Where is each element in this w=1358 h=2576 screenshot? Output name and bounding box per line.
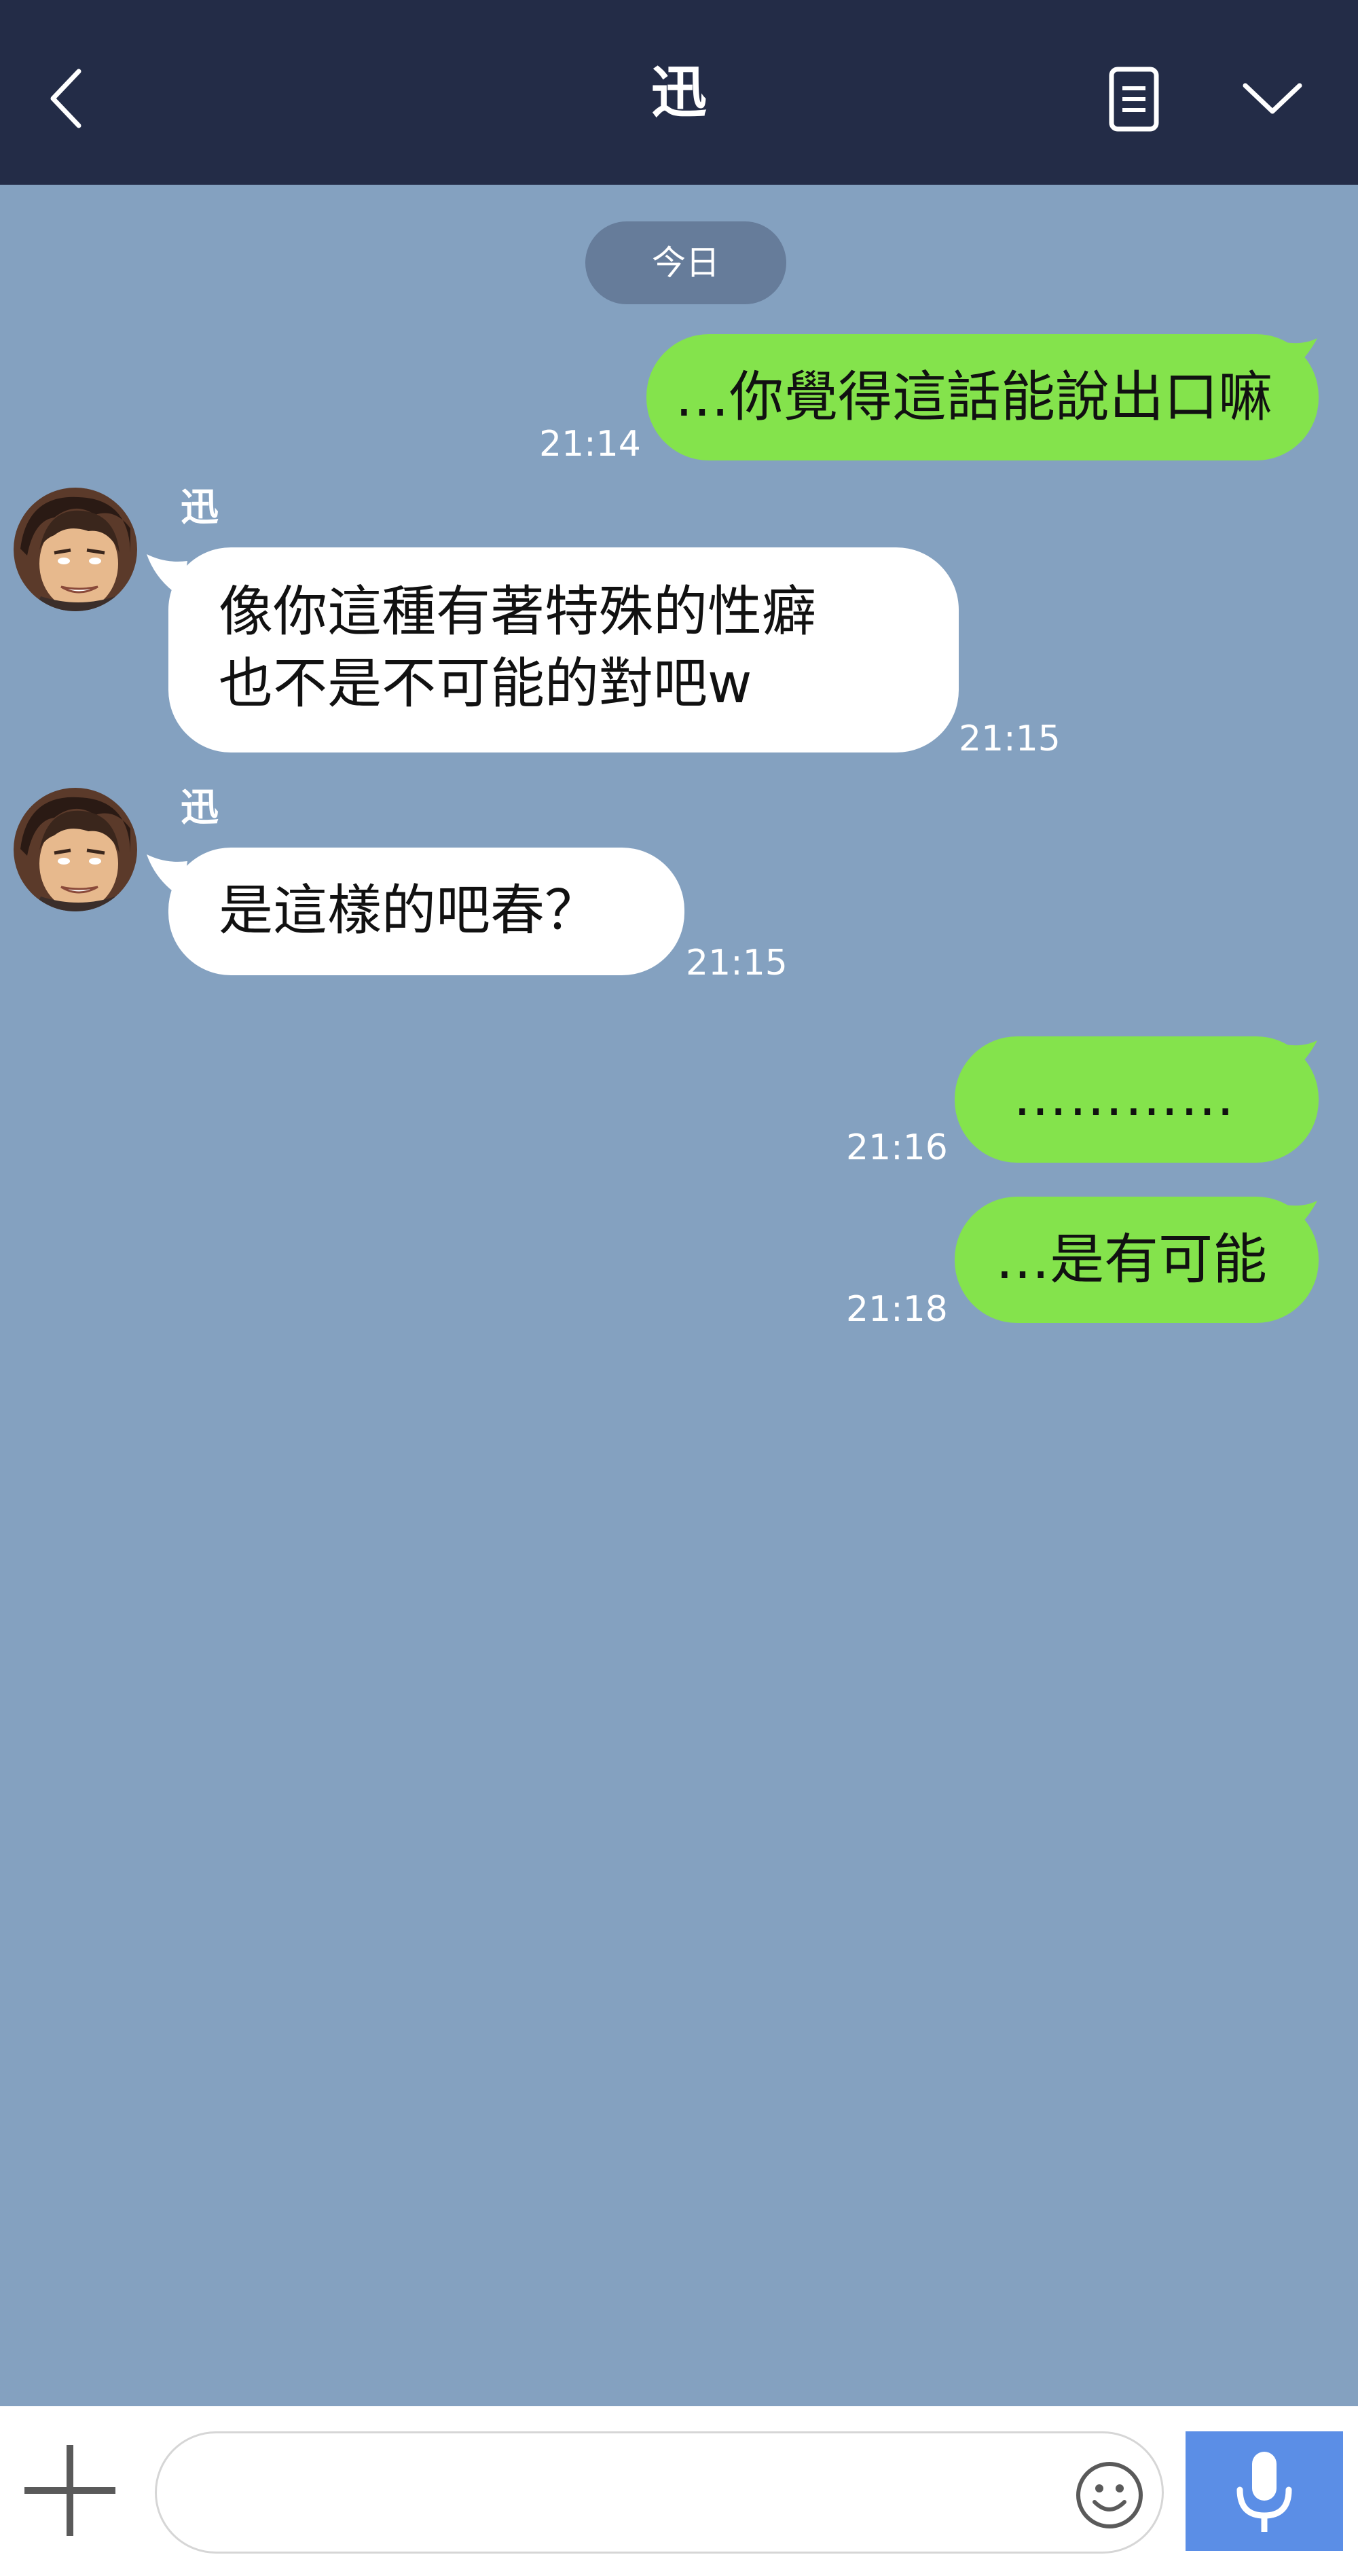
message-text: …你覺得這話能說出口嘛 [675, 365, 1272, 429]
bubble-tail [147, 854, 187, 898]
document-icon [1109, 67, 1159, 132]
message-time: 21:15 [686, 943, 788, 983]
bubble-tail [147, 554, 187, 598]
contact-avatar[interactable] [14, 488, 137, 611]
message-text-line-1: 像你這種有著特殊的性癖 [219, 580, 816, 643]
avatar-icon [14, 488, 137, 611]
menu-button[interactable] [1240, 75, 1305, 122]
message-text-line-2: 也不是不可能的對吧w [219, 652, 752, 715]
plus-icon [24, 2445, 115, 2536]
add-attachment-button[interactable] [20, 2441, 120, 2540]
message-text: ………… [1013, 1065, 1236, 1128]
sender-name: 迅 [181, 786, 219, 830]
sender-name: 迅 [181, 486, 219, 530]
emoji-button[interactable] [1074, 2460, 1145, 2530]
microphone-icon [1236, 2452, 1292, 2532]
voice-message-button[interactable] [1186, 2431, 1343, 2551]
contact-avatar[interactable] [14, 788, 137, 911]
message-time: 21:15 [959, 719, 1061, 759]
message-bubble-incoming[interactable]: 是這樣的吧春？ [147, 848, 684, 975]
message-bubble-outgoing[interactable]: ………… [955, 1036, 1319, 1163]
message-time: 21:14 [539, 424, 641, 465]
chat-header: 迅 [0, 0, 1358, 185]
message-bubble-outgoing[interactable]: …你覺得這話能說出口嘛 [646, 334, 1319, 460]
message-text: …是有可能 [995, 1228, 1267, 1291]
notes-button[interactable] [1103, 65, 1164, 133]
message-text: 是這樣的吧春？ [219, 879, 599, 942]
message-time: 21:16 [846, 1127, 948, 1168]
date-divider: 今日 [585, 221, 786, 304]
message-time: 21:18 [846, 1289, 948, 1330]
message-bubble-outgoing[interactable]: …是有可能 [955, 1197, 1319, 1323]
message-input[interactable] [155, 2431, 1164, 2554]
message-bubble-incoming[interactable]: 像你這種有著特殊的性癖 也不是不可能的對吧w [147, 547, 959, 752]
smiley-icon [1076, 2462, 1143, 2528]
chevron-down-icon [1243, 83, 1302, 114]
avatar-icon [14, 788, 137, 911]
